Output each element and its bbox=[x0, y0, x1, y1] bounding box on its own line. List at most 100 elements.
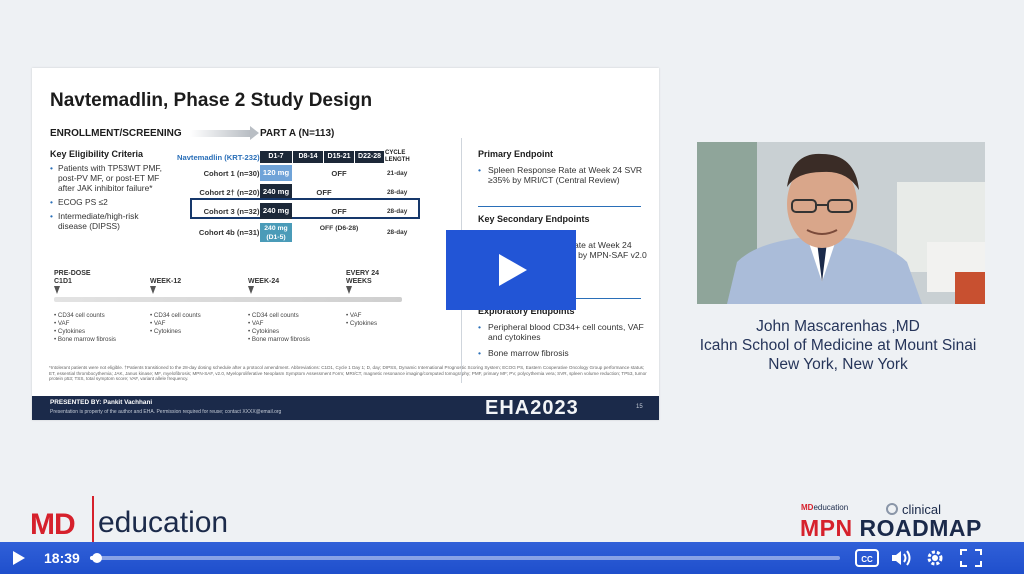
slide-title: Navtemadlin, Phase 2 Study Design bbox=[50, 90, 373, 111]
gear-icon bbox=[927, 550, 943, 566]
play-icon bbox=[13, 551, 25, 565]
enrollment-label: ENROLLMENT/SCREENING bbox=[50, 128, 182, 139]
timeline-list-week24: CD34 cell counts VAF Cytokines Bone marr… bbox=[248, 312, 310, 344]
timeline-marker bbox=[150, 286, 156, 294]
speaker-location: New York, New York bbox=[768, 356, 908, 373]
timeline-item: Cytokines bbox=[150, 328, 201, 336]
svg-text:CC: CC bbox=[861, 555, 873, 564]
timeline-label-week24: WEEK-24 bbox=[248, 278, 280, 285]
timeline-item: Cytokines bbox=[248, 328, 310, 336]
cohort-2-cycle: 28-day bbox=[387, 189, 408, 196]
timeline-label-predose: PRE-DOSE C1D1 bbox=[54, 270, 91, 285]
eligibility-title: Key Eligibility Criteria bbox=[50, 149, 144, 159]
progress-knob[interactable] bbox=[92, 553, 103, 563]
timeline-item: CD34 cell counts bbox=[54, 312, 116, 320]
slide-page-number: 15 bbox=[636, 404, 643, 410]
timeline-item: VAF bbox=[248, 320, 310, 328]
settings-button[interactable] bbox=[920, 542, 950, 574]
timeline-label-week12: WEEK-12 bbox=[150, 278, 182, 285]
timeline-list-predose: CD34 cell counts VAF Cytokines Bone marr… bbox=[54, 312, 116, 344]
column-d8-14: D8-14 bbox=[293, 151, 323, 163]
fullscreen-icon bbox=[959, 549, 982, 567]
current-time: 18:39 bbox=[44, 550, 80, 566]
cohort-2-off: OFF bbox=[316, 188, 332, 197]
video-play-button[interactable] bbox=[446, 230, 576, 310]
endpoint-rule bbox=[478, 206, 641, 207]
cc-icon: CC bbox=[854, 549, 879, 567]
fullscreen-button[interactable] bbox=[956, 542, 986, 574]
education-wordmark: education bbox=[98, 506, 229, 539]
drug-label: Navtemadlin (KRT-232) bbox=[177, 153, 260, 162]
slide-footer: PRESENTED BY: Pankit Vachhani Presentati… bbox=[32, 396, 659, 420]
timeline-item: Cytokines bbox=[346, 320, 377, 328]
presented-by: PRESENTED BY: Pankit Vachhani bbox=[50, 399, 153, 406]
cycle-length-header: CYCLE LENGTH bbox=[385, 150, 410, 163]
captions-button[interactable]: CC bbox=[852, 542, 882, 574]
timeline-item: Bone marrow fibrosis bbox=[248, 336, 310, 344]
slide-footnotes: *Intolerant patients were not eligible. … bbox=[49, 365, 647, 382]
cohort-3-label: Cohort 3 (n=32): bbox=[203, 207, 262, 216]
speaker-name: John Mascarenhas ,MD bbox=[756, 318, 920, 335]
flow-arrow-head bbox=[250, 126, 259, 140]
secondary-endpoint-title: Key Secondary Endpoints bbox=[478, 214, 590, 224]
eligibility-item: Patients with TP53WT PMF, post-PV MF, or… bbox=[50, 163, 168, 193]
speaker-video bbox=[697, 142, 985, 304]
column-d22-28: D22-28 bbox=[355, 151, 384, 163]
timeline-marker bbox=[54, 286, 60, 294]
progress-bar[interactable] bbox=[89, 553, 840, 563]
exploratory-endpoint-item: Bone marrow fibrosis bbox=[478, 348, 648, 358]
column-d15-21: D15-21 bbox=[324, 151, 354, 163]
eligibility-list: Patients with TP53WT PMF, post-PV MF, or… bbox=[50, 163, 168, 235]
speaker-caption: John Mascarenhas ,MD Icahn School of Med… bbox=[662, 317, 1014, 374]
roadmap-education-text: education bbox=[813, 503, 849, 512]
property-notice: Presentation is property of the author a… bbox=[50, 409, 282, 415]
timeline-marker bbox=[248, 286, 254, 294]
mpn-text: MPN bbox=[800, 515, 853, 541]
primary-endpoint-title: Primary Endpoint bbox=[478, 149, 554, 159]
timeline-item: VAF bbox=[54, 320, 116, 328]
timeline-item: Cytokines bbox=[54, 328, 116, 336]
cohort-3-dose: 240 mg bbox=[260, 203, 292, 219]
md-logo: MD bbox=[30, 508, 76, 541]
timeline-item: VAF bbox=[150, 320, 201, 328]
cohort-1-cycle: 21-day bbox=[387, 170, 408, 177]
roadmap-md-logo: MDeducation bbox=[801, 503, 848, 512]
cohort-4b-off: OFF (D6-28) bbox=[319, 225, 359, 232]
exploratory-endpoint-item: Peripheral blood CD34+ cell counts, VAF … bbox=[478, 322, 648, 342]
cohort-4b-label: Cohort 4b (n=31): bbox=[198, 228, 262, 237]
cohort-4b-cycle: 28-day bbox=[387, 229, 408, 236]
timeline-marker bbox=[346, 286, 352, 294]
timeline-label-every24: EVERY 24 WEEKS bbox=[346, 270, 380, 285]
control-play-button[interactable] bbox=[4, 542, 34, 574]
roadmap-text: ROADMAP bbox=[859, 515, 982, 541]
volume-button[interactable] bbox=[886, 542, 916, 574]
timeline-bar bbox=[54, 297, 402, 302]
timeline-item: CD34 cell counts bbox=[248, 312, 310, 320]
cohort-3-off: OFF bbox=[331, 207, 347, 216]
eligibility-item: Intermediate/high-risk disease (DIPSS) bbox=[50, 211, 168, 231]
cohort-2-label: Cohort 2† (n=20): bbox=[199, 188, 262, 197]
flow-arrow bbox=[190, 130, 250, 137]
video-controls: 18:39 CC bbox=[0, 542, 1024, 574]
cohort-1-label: Cohort 1 (n=30): bbox=[203, 169, 262, 178]
primary-endpoint-item: Spleen Response Rate at Week 24 SVR ≥35%… bbox=[478, 165, 648, 185]
timeline-list-every24: VAF Cytokines bbox=[346, 312, 377, 328]
roadmap-wordmark: MPN ROADMAP bbox=[800, 515, 982, 542]
play-icon bbox=[499, 254, 527, 286]
cohort-3-cycle: 28-day bbox=[387, 208, 408, 215]
volume-icon bbox=[891, 550, 911, 566]
speaker-affiliation: Icahn School of Medicine at Mount Sinai bbox=[699, 337, 977, 354]
cohort-4b-dose: 240 mg (D1-5) bbox=[260, 223, 292, 242]
part-a-label: PART A (N=113) bbox=[260, 128, 335, 139]
column-d1-7: D1-7 bbox=[260, 151, 292, 163]
timeline-item: Bone marrow fibrosis bbox=[54, 336, 116, 344]
roadmap-md-text: MD bbox=[801, 503, 814, 512]
logo-separator bbox=[92, 496, 94, 542]
timeline-item: CD34 cell counts bbox=[150, 312, 201, 320]
eligibility-item: ECOG PS ≤2 bbox=[50, 197, 168, 207]
speaker-avatar bbox=[697, 142, 985, 304]
timeline-item: VAF bbox=[346, 312, 377, 320]
timeline-list-week12: CD34 cell counts VAF Cytokines bbox=[150, 312, 201, 336]
cohort-1-dose: 120 mg bbox=[260, 165, 292, 181]
cohort-1-off: OFF bbox=[331, 169, 347, 178]
